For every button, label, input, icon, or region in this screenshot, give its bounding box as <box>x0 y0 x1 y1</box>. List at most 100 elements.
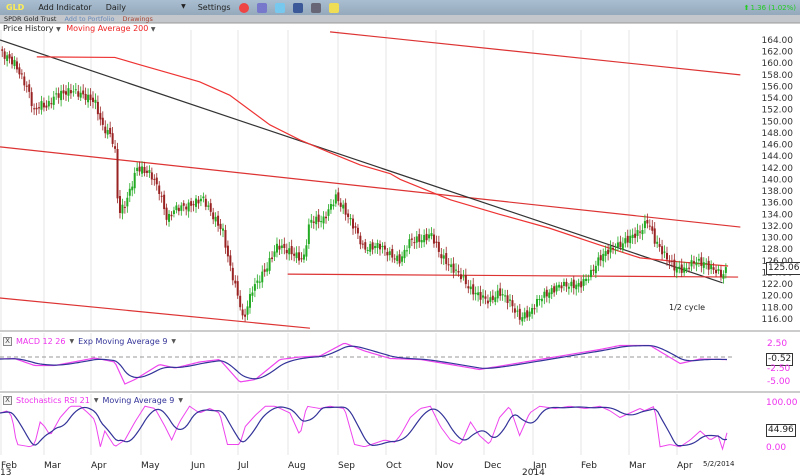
price-tick-label: 146.00 <box>762 141 794 151</box>
candle <box>347 209 350 224</box>
candle-body <box>160 195 163 197</box>
ma200-label[interactable]: Moving Average 200 <box>66 24 148 33</box>
candle-body <box>72 91 75 93</box>
candle-body <box>619 241 622 248</box>
candle-body <box>371 242 374 250</box>
candle-body <box>405 250 408 252</box>
chevron-down-icon[interactable]: ▼ <box>178 397 183 404</box>
chevron-down-icon[interactable]: ▼ <box>171 338 176 345</box>
stoch-signal-label[interactable]: Moving Average 9 <box>102 396 174 405</box>
stoch-rsi-line <box>0 405 728 451</box>
candle <box>109 121 112 138</box>
close-macd-button[interactable]: X <box>3 337 12 346</box>
candle-body <box>668 261 671 263</box>
chevron-down-icon[interactable]: ▼ <box>56 26 61 33</box>
macd-label[interactable]: MACD 12 26 <box>16 337 65 346</box>
candle <box>526 305 529 321</box>
macd-signal-label[interactable]: Exp Moving Average 9 <box>78 337 167 346</box>
price-tick-label: 120.00 <box>762 292 794 302</box>
candle <box>658 237 661 252</box>
candle <box>329 198 332 214</box>
year-label: 2014 <box>522 468 545 475</box>
candle-body <box>386 251 389 256</box>
candle <box>690 254 693 272</box>
candle <box>643 214 646 234</box>
candle-body <box>109 127 112 134</box>
candle <box>35 102 38 116</box>
candle-body <box>692 261 695 264</box>
candle <box>298 246 301 265</box>
candle <box>567 283 570 295</box>
candle <box>65 85 68 101</box>
candle <box>499 282 502 301</box>
candle-body <box>641 230 644 235</box>
candle <box>248 288 251 314</box>
chevron-down-icon[interactable]: ▼ <box>151 26 156 33</box>
candle <box>268 251 271 275</box>
candle-body <box>285 249 288 254</box>
candle-body <box>567 286 570 289</box>
candle <box>25 81 28 93</box>
candle-body <box>15 61 18 70</box>
candle <box>62 84 65 100</box>
candle-body <box>89 94 92 100</box>
candle-body <box>494 297 497 302</box>
candle <box>631 228 634 244</box>
candle <box>226 240 229 263</box>
month-label: Aug <box>288 461 306 471</box>
candle <box>163 190 166 216</box>
price-tick-label: 134.00 <box>762 210 794 220</box>
candle-body <box>469 286 472 290</box>
candle-body <box>114 146 117 149</box>
candle-body <box>91 97 94 103</box>
candle <box>597 252 600 272</box>
candle-body <box>482 295 485 298</box>
price-tick-label: 148.00 <box>762 129 794 139</box>
candle <box>310 214 313 229</box>
candle-body <box>305 245 308 257</box>
price-history-label[interactable]: Price History <box>3 24 54 33</box>
candle-body <box>587 279 590 281</box>
candle <box>369 241 372 256</box>
candle <box>295 246 298 264</box>
candle <box>428 228 431 242</box>
candle-body <box>322 216 325 224</box>
candle <box>648 219 651 231</box>
candle <box>511 294 514 313</box>
candle-body <box>25 85 28 87</box>
candle-body <box>356 227 359 234</box>
candle-body <box>155 177 158 185</box>
candle-body <box>28 84 31 92</box>
candle <box>349 213 352 226</box>
trendline-upper-channel <box>329 31 741 76</box>
candle <box>386 248 389 262</box>
candle <box>636 223 639 243</box>
candle-body <box>548 292 551 298</box>
candle-body <box>263 269 266 272</box>
close-stoch-button[interactable]: X <box>3 396 12 405</box>
candle-body <box>45 105 48 108</box>
chevron-down-icon[interactable]: ▼ <box>69 338 74 345</box>
stoch-label[interactable]: Stochastics RSI 21 <box>16 396 90 405</box>
candle <box>715 265 718 277</box>
candle <box>280 239 283 254</box>
candle <box>594 260 597 279</box>
candle <box>305 239 308 261</box>
candle-body <box>621 243 624 250</box>
month-label: Mar <box>629 461 646 471</box>
chevron-down-icon[interactable]: ▼ <box>94 397 99 404</box>
candle <box>160 191 163 203</box>
candle <box>300 252 303 263</box>
candle <box>55 87 58 100</box>
candle-body <box>403 249 406 259</box>
candle <box>116 142 119 204</box>
candle-body <box>337 192 340 202</box>
candle-body <box>106 129 109 135</box>
candle <box>256 274 259 290</box>
candle-body <box>506 295 509 304</box>
candle-body <box>82 90 85 95</box>
candle-body <box>376 242 379 249</box>
candle <box>246 300 249 321</box>
candle <box>50 97 53 109</box>
candle-body <box>459 274 462 280</box>
